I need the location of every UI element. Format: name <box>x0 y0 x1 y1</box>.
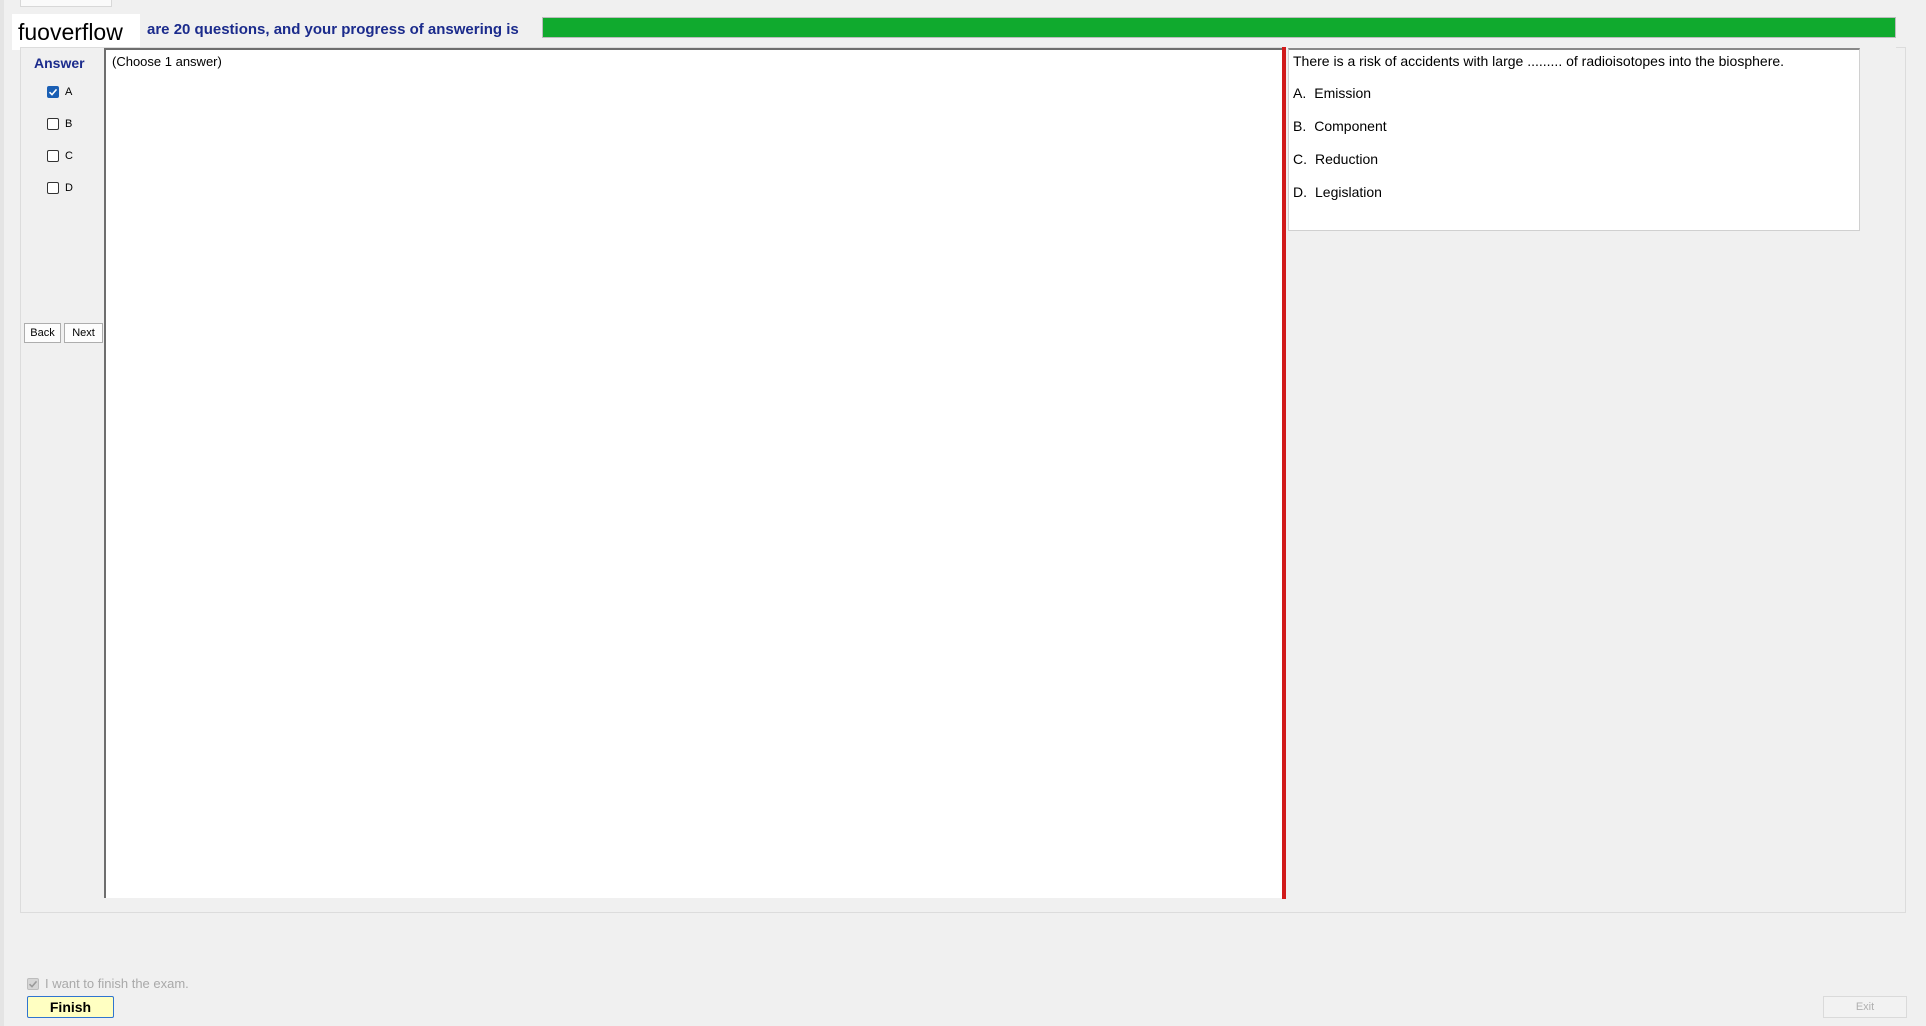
question-option-c: C. Reduction <box>1293 151 1378 167</box>
brand-watermark: fuoverflow <box>12 14 140 50</box>
checkbox-a[interactable] <box>47 86 59 98</box>
window-tab[interactable] <box>20 0 112 7</box>
answer-option-a[interactable]: A <box>47 84 72 100</box>
answer-option-b[interactable]: B <box>47 116 72 132</box>
back-button[interactable]: Back <box>24 323 61 343</box>
option-text: Legislation <box>1315 184 1382 200</box>
question-text: There is a risk of accidents with large … <box>1293 53 1785 69</box>
option-text: Reduction <box>1315 151 1379 167</box>
finish-checkbox-box[interactable] <box>27 977 39 990</box>
option-label: A <box>65 86 73 98</box>
option-letter: A. <box>1293 85 1307 101</box>
question-option-d: D. Legislation <box>1293 184 1382 200</box>
window-edge <box>0 0 4 1026</box>
check-icon <box>28 980 38 988</box>
option-text: Component <box>1314 118 1387 134</box>
next-button[interactable]: Next <box>64 323 103 343</box>
finish-check-label: I want to finish the exam. <box>45 976 189 991</box>
question-box: There is a risk of accidents with large … <box>1288 48 1860 231</box>
answer-option-d[interactable]: D <box>47 180 73 196</box>
progress-text: are 20 questions, and your progress of a… <box>147 21 519 38</box>
option-label: C <box>65 150 73 162</box>
finish-exam-checkbox[interactable]: I want to finish the exam. <box>27 976 189 991</box>
progress-bar <box>542 17 1896 38</box>
exit-button[interactable]: Exit <box>1823 996 1907 1018</box>
check-icon <box>48 88 58 96</box>
option-label: D <box>65 182 73 194</box>
option-text: Emission <box>1314 85 1372 101</box>
progress-bar-fill <box>543 18 1895 37</box>
question-option-a: A. Emission <box>1293 85 1371 101</box>
checkbox-d[interactable] <box>47 182 59 194</box>
answer-panel: Answer A B C D Back Next <box>23 50 103 898</box>
answer-option-c[interactable]: C <box>47 148 73 164</box>
answer-title: Answer <box>34 55 85 71</box>
answer-instruction-pane: (Choose 1 answer) <box>104 48 1283 898</box>
option-label: B <box>65 118 73 130</box>
question-option-b: B. Component <box>1293 118 1387 134</box>
option-letter: C. <box>1293 151 1307 167</box>
option-letter: B. <box>1293 118 1307 134</box>
choose-instruction: (Choose 1 answer) <box>112 54 222 69</box>
finish-button[interactable]: Finish <box>27 996 114 1018</box>
checkbox-c[interactable] <box>47 150 59 162</box>
checkbox-b[interactable] <box>47 118 59 130</box>
option-letter: D. <box>1293 184 1307 200</box>
question-pane: There is a risk of accidents with large … <box>1286 47 1896 899</box>
